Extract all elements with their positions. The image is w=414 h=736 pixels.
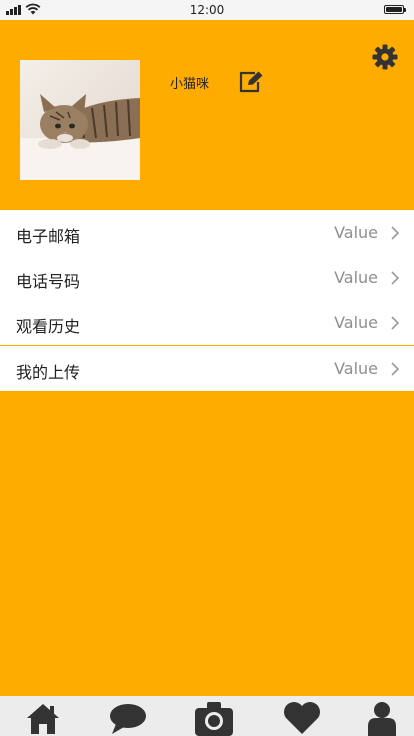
list-item-value: Value [334, 359, 378, 378]
list-item-label: 我的上传 [16, 363, 81, 382]
list-item-value: Value [334, 223, 378, 242]
list-item-label: 观看历史 [16, 317, 81, 336]
profile-list: 电子邮箱 Value 电话号码 Value 观看历史 Value 我的上传 Va… [0, 210, 414, 391]
user-icon[interactable] [366, 700, 398, 736]
profile-header: 小猫咪 [0, 20, 414, 210]
status-time: 12:00 [189, 3, 225, 17]
chevron-right-icon [391, 362, 400, 376]
edit-icon[interactable] [238, 70, 264, 94]
tab-bar [0, 696, 414, 736]
camera-icon[interactable] [194, 700, 234, 736]
chevron-right-icon [391, 316, 400, 330]
chevron-right-icon [391, 226, 400, 240]
list-item-label: 电话号码 [16, 272, 81, 291]
list-item-phone[interactable]: 电话号码 Value [0, 255, 414, 300]
username: 小猫咪 [170, 77, 210, 92]
list-item-value: Value [334, 313, 378, 332]
status-bar: 12:00 [0, 0, 414, 20]
list-item-uploads[interactable]: 我的上传 Value [0, 346, 414, 391]
home-icon[interactable] [25, 700, 61, 736]
gear-icon[interactable] [372, 44, 398, 70]
cat-photo [20, 60, 140, 180]
list-item-history[interactable]: 观看历史 Value [0, 300, 414, 345]
list-item-label: 电子邮箱 [16, 227, 81, 246]
chevron-right-icon [391, 271, 400, 285]
chat-icon[interactable] [108, 700, 148, 736]
heart-icon[interactable] [283, 700, 321, 736]
list-item-email[interactable]: 电子邮箱 Value [0, 210, 414, 255]
battery-icon [384, 5, 406, 14]
avatar[interactable] [20, 60, 140, 180]
list-item-value: Value [334, 268, 378, 287]
